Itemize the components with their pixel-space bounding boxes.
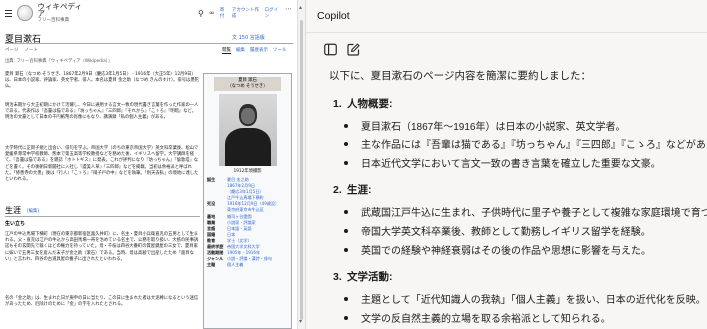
infobox-rows: 誕生 夏目 金之助 1867年2月9日 （慶応3年1月5日） 江戸牛込馬場下横町 死没 19… xyxy=(204,177,291,268)
tab-tools[interactable]: ツール xyxy=(273,47,287,54)
heading-text: 人物概要: xyxy=(347,98,393,110)
infobox-row: 主題 個人主義 xyxy=(204,262,291,268)
tab-edit[interactable]: 編集 xyxy=(236,47,245,54)
bullet-text: 日本近代文学において言文一致の書き言葉を確立した重要な文豪。 xyxy=(361,159,661,170)
tab-history[interactable]: 履歴表示 xyxy=(250,47,268,54)
summary-bullet: 英国での経験や神経衰弱はその後の作品や思想に影響を与えた。 xyxy=(344,242,651,257)
bullet-icon xyxy=(344,297,348,302)
tab-talk[interactable]: ノート xyxy=(24,47,38,53)
translate-icon: 文 xyxy=(232,35,238,41)
portrait-caption: 1912年頃撮影 xyxy=(233,169,262,174)
summary-bullet: 帝国大学英文科卒業後、教師として勤務しイギリス留学を経験。 xyxy=(344,223,651,238)
summary-heading-1: 1. 人物概要: xyxy=(333,96,393,111)
portrait-face xyxy=(240,108,255,124)
login-link[interactable]: ログイン xyxy=(265,7,281,19)
summary-heading-2: 2. 生涯: xyxy=(333,182,372,197)
scroll-down-icon[interactable]: ▾ xyxy=(299,318,302,325)
section-heading: 生涯 xyxy=(5,206,21,215)
wikipedia-pane: ウィキペディア フリー百科事典 ⚲ ∞ 寄付 アカウント作成 ログイン ⋯ 夏目… xyxy=(0,0,297,329)
infobox-reading: （なつめ そうせき） xyxy=(227,84,268,89)
more-icon[interactable]: ⋯ xyxy=(285,6,292,19)
copilot-title: Copilot xyxy=(317,10,350,22)
section-divider xyxy=(5,216,200,217)
site-tagline: フリー百科事典 xyxy=(37,17,70,23)
heading-number: 3. xyxy=(333,271,342,283)
tab-read[interactable]: 閲覧 xyxy=(222,47,231,54)
body-paragraph-2: 名の「金之助」は、生まれた日が庚申の日に当たり、この日に生まれた者は大泥棒になる… xyxy=(5,296,199,308)
infobox-value[interactable]: 個人主義 xyxy=(227,262,243,268)
view-tabs: 閲覧 編集 履歴表示 ツール xyxy=(222,47,287,54)
new-chat-icon[interactable] xyxy=(347,43,360,56)
bullet-text: 武蔵国江戸牛込に生まれ、子供時代に里子や養子として複雑な家庭環境で育つ。 xyxy=(361,208,707,219)
site-name: ウィキペディア xyxy=(37,1,83,18)
search-icon[interactable]: ⚲ xyxy=(198,9,204,18)
summary-bullet: 主題として「近代知識人の我執」「個人主義」を扱い、日本の近代化を反映。 xyxy=(344,291,706,306)
donate-link[interactable]: 寄付 xyxy=(220,7,228,19)
lead-paragraph-3: 大学時代に正岡子規と出会い、俳句を学ぶ。帝国大学（のちの東京帝国大学）英文科卒業… xyxy=(5,146,199,183)
bullet-icon xyxy=(344,142,348,147)
portrait-image[interactable] xyxy=(218,94,277,166)
summary-bullet: 主な作品には『吾輩は猫である』『坊っちゃん』『三四郎』『こゝろ』などがある。 xyxy=(344,136,707,151)
portrait-body xyxy=(224,128,271,166)
infobox: 夏目 漱石 （なつめ そうせき） 1912年頃撮影 誕生 夏目 金之助 1867年2… xyxy=(203,73,292,329)
bullet-text: 帝国大学英文科卒業後、教師として勤務しイギリス留学を経験。 xyxy=(361,227,651,238)
create-account-link[interactable]: アカウント作成 xyxy=(232,7,261,19)
tab-page[interactable]: ページ xyxy=(5,47,18,53)
namespace-tabs: ページ ノート xyxy=(5,47,38,53)
summary-bullet: 文学の反自然主義的立場を取る余裕派として知られる。 xyxy=(344,310,611,325)
wikipedia-header: ウィキペディア フリー百科事典 ⚲ ∞ 寄付 アカウント作成 ログイン ⋯ xyxy=(0,0,297,26)
subsection-heading: 生い立ち xyxy=(5,221,26,227)
heading-text: 文学活動: xyxy=(347,271,393,283)
copilot-pane: Copilot 以下に、夏目漱石のページ内容を簡潔に要約しました： 1. 人物概要… xyxy=(306,0,707,329)
bullet-icon xyxy=(344,229,348,234)
summary-bullet: 日本近代文学において言文一致の書き言葉を確立した重要な文豪。 xyxy=(344,155,661,170)
heading-number: 1. xyxy=(333,98,342,110)
wikipedia-logo[interactable] xyxy=(17,5,33,21)
language-button[interactable]: 文 150 言語版 xyxy=(232,34,265,41)
bullet-text: 文学の反自然主義的立場を取る余裕派として知られる。 xyxy=(361,314,611,325)
menu-icon[interactable] xyxy=(5,9,13,17)
lead-paragraph-1: 夏目 漱石（なつめ そうせき、1867年2月9日〈慶応3年1月5日〉 - 191… xyxy=(5,72,199,90)
bullet-icon xyxy=(344,124,348,129)
wikipedia-wordmark[interactable]: ウィキペディア フリー百科事典 xyxy=(37,1,86,24)
infobox-header: 夏目 漱石 （なつめ そうせき） xyxy=(214,77,281,91)
appearance-icon[interactable]: ∞ xyxy=(209,9,215,17)
body-paragraph-1: 江戸の牛込馬場下横町（現在の東京都新宿区喜久井町）に、名主・夏目小兵衛直克の五男… xyxy=(5,232,199,262)
bullet-icon xyxy=(344,161,348,166)
heading-text: 生涯: xyxy=(347,184,372,196)
sidebar-toggle-icon[interactable] xyxy=(324,43,337,56)
bullet-text: 主な作品には『吾輩は猫である』『坊っちゃん』『三四郎』『こゝろ』などがある。 xyxy=(361,140,707,151)
language-count: 150 言語版 xyxy=(238,35,265,41)
copilot-header-divider xyxy=(306,32,707,33)
bullet-text: 英国での経験や神経衰弱はその後の作品や思想に影響を与えた。 xyxy=(361,246,651,257)
scroll-up-icon[interactable]: ▴ xyxy=(299,4,302,11)
bullet-text: 夏目漱石（1867年〜1916年）は日本の小説家、英文学者。 xyxy=(361,122,626,133)
top-links: 寄付 アカウント作成 ログイン ⋯ xyxy=(220,6,292,20)
response-intro: 以下に、夏目漱石のページ内容を簡潔に要約しました： xyxy=(329,70,591,82)
bullet-text: 主題として「近代知識人の我執」「個人主義」を扱い、日本の近代化を反映。 xyxy=(361,295,706,306)
infobox-key: 主題 xyxy=(207,262,216,268)
heading-number: 2. xyxy=(333,184,342,196)
bullet-icon xyxy=(344,248,348,253)
lead-paragraph-2: 明治末期から大正初期にかけて活躍し、今日に通用する言文一致の現代書き言葉を作った… xyxy=(5,103,199,121)
article-source: 出典: フリー百科事典『ウィキペディア（Wikipedia）』 xyxy=(5,59,113,64)
title-divider xyxy=(5,43,293,44)
scrollbar-thumb[interactable] xyxy=(300,20,303,320)
summary-heading-3: 3. 文学活動: xyxy=(333,269,393,284)
summary-bullet: 夏目漱石（1867年〜1916年）は日本の小説家、英文学者。 xyxy=(344,118,626,133)
bullet-icon xyxy=(344,210,348,215)
summary-bullet: 武蔵国江戸牛込に生まれ、子供時代に里子や養子として複雑な家庭環境で育つ。 xyxy=(344,204,707,219)
bullet-icon xyxy=(344,316,348,321)
section-edit-link[interactable]: [編集] xyxy=(27,208,39,214)
